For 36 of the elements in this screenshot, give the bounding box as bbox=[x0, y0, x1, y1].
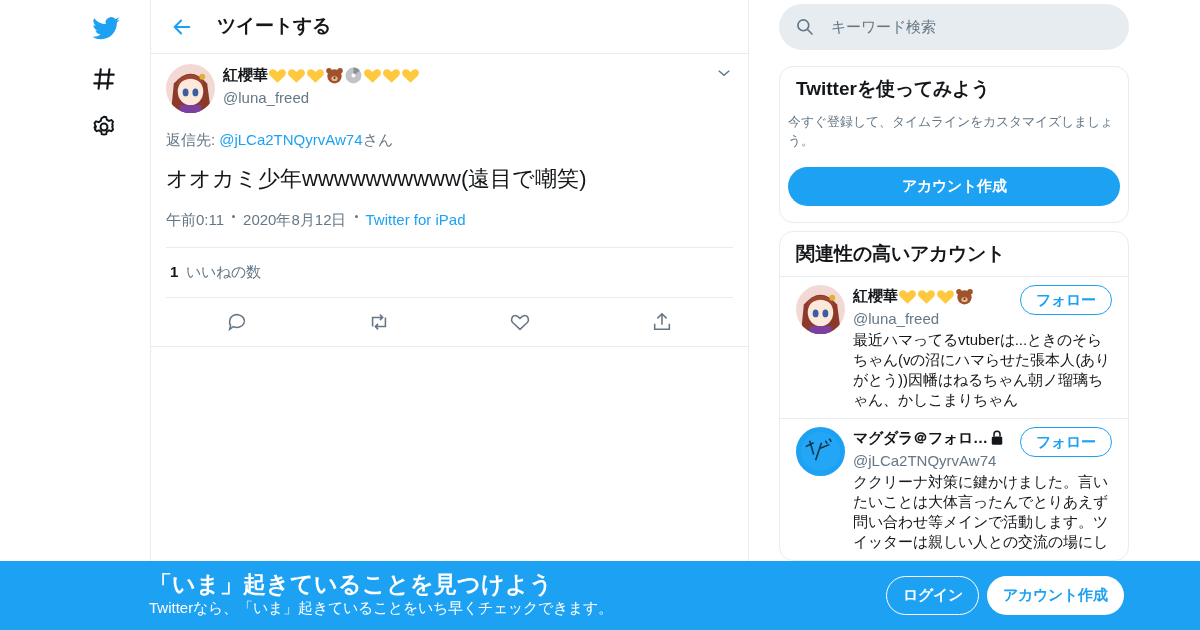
card-title: Twitterを使ってみよう bbox=[795, 77, 991, 101]
separator-dot bbox=[354, 215, 358, 219]
bear-icon bbox=[325, 65, 344, 85]
disc-icon bbox=[344, 65, 363, 85]
user-bio: 最近ハマってるvtuberは...ときのそらちゃん(vの沼にハマらせた張本人(ありがとう))因幡はねるちゃん朝ノ瑠璃ちゃん、かしこまりちゃん bbox=[853, 330, 1112, 410]
user-name[interactable]: 紅櫻華 bbox=[223, 64, 268, 87]
reply-link[interactable]: @jLCa2TNQyrvAw74 bbox=[219, 129, 363, 152]
reply-suffix: さん bbox=[362, 130, 393, 150]
signup-button[interactable]: アカウント作成 bbox=[788, 166, 1120, 206]
separator-dot bbox=[232, 215, 236, 219]
page-title: ツイートする bbox=[217, 14, 331, 39]
card-text: 今すぐ登録して、タイムラインをカスタマイズしましょう。 bbox=[788, 112, 1114, 150]
card-title: 関連性の高いアカウント bbox=[795, 241, 1006, 266]
signup-button[interactable]: アカウント作成 bbox=[987, 576, 1124, 615]
user-handle[interactable]: @jLCa2TNQyrvAw74 bbox=[853, 449, 1020, 472]
tweet-date[interactable]: 2020年8月12日 bbox=[243, 208, 347, 231]
likes-label[interactable]: いいねの数 bbox=[186, 261, 262, 284]
tweet-time[interactable]: 午前0:11 bbox=[166, 208, 225, 231]
user-bio: ククリーナ対策に鍵かけました。言いたいことは大体言ったんでとりあえず問い合わせ等メインで活動します。ツイッターは親しい人との交流の場にし bbox=[853, 472, 1109, 552]
user-handle[interactable]: @luna_freed bbox=[223, 86, 707, 109]
bear-icon bbox=[955, 286, 974, 306]
user-name[interactable]: 紅櫻華 bbox=[853, 285, 898, 308]
user-handle[interactable]: @luna_freed bbox=[853, 307, 1020, 330]
search-field[interactable]: キーワード検索 bbox=[779, 4, 1129, 50]
follow-button[interactable]: フォロー bbox=[1020, 427, 1112, 457]
tweet-source[interactable]: Twitter for iPad bbox=[365, 208, 466, 231]
banner-subtitle: Twitterなら、「いま」起きていることをいち早くチェックできます。 bbox=[149, 598, 615, 619]
user-name[interactable]: マグダラ＠フォロ… bbox=[853, 427, 988, 450]
tweet-text: オオカミ少年wwwwwwwwww(遠目で嘲笑) bbox=[166, 164, 588, 193]
banner-title: 「いま」起きていることを見つけよう bbox=[149, 571, 554, 598]
follow-button[interactable]: フォロー bbox=[1020, 285, 1112, 315]
search-field[interactable]: キーワード検索 bbox=[829, 14, 1089, 40]
reply-label: 返信先: bbox=[166, 130, 216, 150]
search-icon bbox=[795, 17, 815, 37]
hashtag-icon[interactable] bbox=[91, 66, 117, 92]
likes-count[interactable]: 1 bbox=[170, 261, 179, 284]
